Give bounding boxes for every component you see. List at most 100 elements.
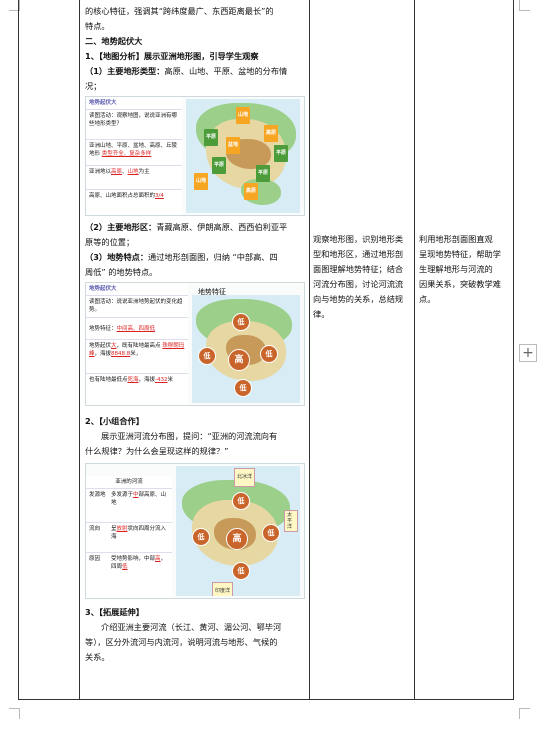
teaching-content: 的核心特征，强调其“跨纬度最广、东西距离最长”的 特点。 二、地势起伏大 1、【… (85, 4, 305, 665)
low-marker: 低 (262, 524, 280, 542)
low-marker: 低 (198, 347, 216, 365)
crop-mark (519, 0, 530, 11)
text-line: 介绍亚洲主要河流（长江、黄河、湄公河、鄂毕河 (101, 622, 282, 632)
text: 亚洲地以 (89, 169, 112, 175)
answer: 中间高、四周低 (116, 326, 156, 332)
step-title: 1、【地图分析】展示亚洲地形图，引导学生观察 (85, 51, 259, 61)
text-line: 面图理解地势特征；结合 (313, 264, 404, 274)
relief-figure: 地势起伏大 读图活动：说说亚洲地势起伏的变化趋势。 地势特征：中间高、四周低 地… (85, 282, 305, 406)
figure-question: 读图活动：说说亚洲地势起伏的变化趋势。 (86, 296, 188, 318)
ocean-label: 太平洋 (284, 510, 298, 532)
answer: 8848.8 (111, 351, 131, 357)
table-divider (414, 0, 415, 699)
text-line: 呈现地势特征，帮助学 (419, 249, 501, 259)
text-line: 型和地形区，通过地形剖 (313, 249, 404, 259)
add-button[interactable]: + (519, 344, 537, 362)
text-line: 利用地形剖面图直观 (419, 234, 493, 244)
step-title: 3、【拓展延伸】 (85, 607, 144, 617)
asia-relief-map: 低 低 高 低 低 (192, 295, 300, 403)
text: 米 (167, 377, 174, 383)
figure-heading: 亚洲的河流 (86, 476, 172, 489)
asia-terrain-map: 山地 高原 平原 盆地 平原 平原 平原 山地 高原 (186, 99, 300, 213)
low-marker: 低 (234, 379, 252, 397)
text-line: 点。 (419, 294, 436, 304)
high-marker: 高 (228, 349, 250, 371)
text: 受地势影响，中部 (111, 556, 156, 562)
text-line: 律。 (313, 309, 330, 319)
answer: 高原 (111, 169, 123, 175)
label: （1）主要地形类型： (85, 66, 165, 76)
low-marker: 低 (232, 313, 250, 331)
text: 青藏高原、伊朗高原、西西伯利亚平 (156, 222, 288, 232)
answer: -432 (155, 377, 168, 383)
terrain-figure: 地势起伏大 读图活动：观察地图，说说亚洲有哪些地形类型？ 亚洲山地、平原、盆地、… (85, 96, 305, 216)
figure-heading: 地势起伏大 (86, 97, 182, 110)
text: ，既有陆地最高点 (116, 343, 161, 349)
text-line: 周低” 的地势特点。 (85, 267, 158, 277)
text-line: 关系。 (85, 652, 110, 662)
text-line: 什么规律？为什么会呈现这样的规律？” (85, 446, 229, 456)
text: 也有陆地最低点 (89, 377, 128, 383)
text: 为主 (138, 169, 150, 175)
map-label: 山地 (194, 173, 209, 190)
table-divider (309, 0, 310, 699)
text-line: 向与地势的关系，总结规 (313, 294, 404, 304)
text-line: 等），区分外流河与内流河，说明河流与地形、气候的 (85, 637, 278, 647)
student-activity: 观察地形图，识别地形类 型和地形区，通过地形剖 面图理解地势特征；结合 河流分布… (313, 232, 411, 322)
text-line: 特点。 (85, 21, 110, 31)
design-intent: 利用地形剖面图直观 呈现地势特征，帮助学 生理解地形与河流的 因果关系，突破教学… (419, 232, 513, 307)
low-marker: 低 (232, 562, 250, 580)
text: 地势特征： (89, 326, 117, 332)
text: 高原、山地面积占总面积的 (89, 193, 156, 199)
label: （2）主要地形区： (85, 222, 157, 232)
high-marker: 高 (226, 528, 248, 550)
text-line: 的核心特征，强调其“跨纬度最广、东西距离最长”的 (85, 6, 274, 16)
ocean-label: 印度洋 (212, 582, 234, 596)
map-label: 平原 (204, 129, 219, 146)
row-key: 原因 (89, 556, 101, 562)
section-heading: 二、地势起伏大 (85, 36, 143, 46)
answer: 3/4 (155, 193, 164, 199)
text: 通过地形剖面图，归纳 “中部高、四 (148, 252, 278, 262)
crop-mark (9, 708, 20, 719)
asia-river-map: 北冰洋 太平洋 印度洋 低 低 高 低 低 (176, 466, 300, 596)
figure-heading: 地势起伏大 (86, 283, 188, 296)
text: 高原、山地、平原、盆地的分布情 (164, 66, 288, 76)
text-line: 原等的位置； (85, 237, 135, 247)
map-label: 高原 (244, 183, 259, 200)
answer: 放射 (116, 526, 128, 532)
river-figure: 亚洲的河流 发源地 多发源于中部高原、山地 流向 呈放射状向四周分流入海 原因 受地势… (85, 463, 305, 599)
text-line: 观察地形图，识别地形类 (313, 234, 404, 244)
map-label: 盆地 (226, 137, 241, 154)
text: 地势起伏 (89, 343, 112, 349)
text-line: 况； (85, 81, 102, 91)
map-label: 山地 (236, 107, 251, 124)
text-line: 因果关系，突破教学难 (419, 279, 501, 289)
answer: 死海 (127, 377, 139, 383)
document-page: 的核心特征，强调其“跨纬度最广、东西距离最长”的 特点。 二、地势起伏大 1、【… (0, 0, 539, 729)
row-key: 发源地 (89, 492, 106, 498)
text: ，海拔 (94, 351, 112, 357)
text-line: 生理解地形与河流的 (419, 264, 493, 274)
map-label: 平原 (274, 145, 289, 162)
table-divider (79, 0, 80, 699)
map-label: 平原 (256, 165, 271, 182)
ocean-label: 北冰洋 (234, 468, 256, 487)
step-title: 2、【小组合作】 (85, 416, 144, 426)
figure-panel: 地势起伏大 读图活动：观察地图，说说亚洲有哪些地形类型？ 亚洲山地、平原、盆地、… (86, 97, 182, 215)
map-label: 平原 (212, 157, 227, 174)
figure-panel: 亚洲的河流 发源地 多发源于中部高原、山地 流向 呈放射状向四周分流入海 原因 受地势… (86, 476, 172, 598)
text-line: 展示亚洲河流分布图，提问：“亚洲的河流流向有 (101, 431, 278, 441)
map-label: 高原 (264, 125, 279, 142)
lesson-table: 的核心特征，强调其“跨纬度最广、东西距离最长”的 特点。 二、地势起伏大 1、【… (18, 0, 514, 700)
low-marker: 低 (192, 528, 210, 546)
label: （3）地势特点： (85, 252, 149, 262)
low-marker: 低 (260, 345, 278, 363)
figure-question: 读图活动：观察地图，说说亚洲有哪些地形类型？ (86, 110, 182, 140)
crop-mark (519, 708, 530, 719)
answer: 山地 (127, 169, 139, 175)
row-key: 流向 (89, 526, 101, 532)
text: 米， (130, 351, 142, 357)
figure-panel: 地势起伏大 读图活动：说说亚洲地势起伏的变化趋势。 地势特征：中间高、四周低 地… (86, 283, 188, 405)
answer: 低 (122, 564, 128, 570)
